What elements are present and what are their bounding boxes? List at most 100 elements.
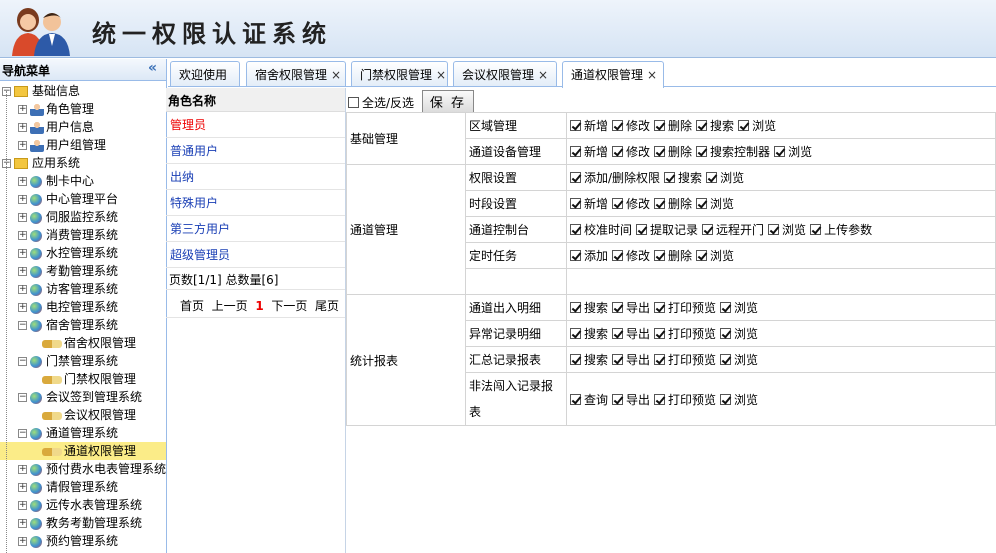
permission-checkbox[interactable] xyxy=(570,198,581,209)
nav-item[interactable]: + 用户组管理 xyxy=(18,136,106,154)
nav-item[interactable]: − 宿舍管理系统 xyxy=(18,316,118,334)
tab-3[interactable]: 门禁权限管理 × xyxy=(351,61,448,86)
permission-checkbox[interactable] xyxy=(654,393,666,405)
collapse-toggle-icon[interactable]: − xyxy=(18,429,27,438)
permission-checkbox[interactable] xyxy=(720,393,732,405)
permission-checkbox[interactable] xyxy=(612,328,624,339)
tab-5[interactable]: 通道权限管理 × xyxy=(562,61,664,88)
permission-checkbox[interactable] xyxy=(636,224,648,235)
permission-checkbox[interactable] xyxy=(570,393,581,405)
nav-item[interactable]: + 预付费水电表管理系统 xyxy=(18,460,166,478)
permission-checkbox[interactable] xyxy=(738,120,750,131)
nav-item[interactable]: + 电控管理系统 xyxy=(18,298,118,316)
expand-toggle-icon[interactable]: + xyxy=(18,267,27,276)
nav-item[interactable]: + 预约管理系统 xyxy=(18,532,118,550)
expand-toggle-icon[interactable]: + xyxy=(18,213,27,222)
permission-checkbox[interactable] xyxy=(570,146,581,157)
permission-checkbox[interactable] xyxy=(774,146,786,157)
permission-checkbox[interactable] xyxy=(612,302,624,313)
pager-first[interactable]: 首页 xyxy=(180,299,204,313)
expand-toggle-icon[interactable]: + xyxy=(18,501,27,510)
nav-item[interactable]: + 访客管理系统 xyxy=(18,280,118,298)
expand-toggle-icon[interactable]: + xyxy=(18,519,27,528)
permission-checkbox[interactable] xyxy=(664,172,676,183)
permission-checkbox[interactable] xyxy=(570,172,581,183)
collapse-icon[interactable]: « xyxy=(148,60,157,76)
permission-checkbox[interactable] xyxy=(570,302,581,313)
nav-item[interactable]: − 通道管理系统 xyxy=(18,424,118,442)
nav-item[interactable]: 通道权限管理 xyxy=(0,442,166,460)
permission-checkbox[interactable] xyxy=(720,302,732,313)
nav-item[interactable]: + 考勤管理系统 xyxy=(18,262,118,280)
expand-toggle-icon[interactable]: + xyxy=(18,141,27,150)
tab-1[interactable]: 欢迎使用 xyxy=(170,61,240,86)
permission-checkbox[interactable] xyxy=(654,302,666,313)
close-icon[interactable]: × xyxy=(538,68,548,82)
permission-checkbox[interactable] xyxy=(696,198,708,209)
pager-prev[interactable]: 上一页 xyxy=(212,299,248,313)
expand-toggle-icon[interactable]: + xyxy=(18,249,27,258)
select-all-checkbox[interactable] xyxy=(348,97,359,108)
expand-toggle-icon[interactable]: + xyxy=(18,537,27,546)
nav-item[interactable]: + 请假管理系统 xyxy=(18,478,118,496)
expand-toggle-icon[interactable]: + xyxy=(18,123,27,132)
expand-toggle-icon[interactable]: + xyxy=(18,105,27,114)
nav-item[interactable]: + 消费管理系统 xyxy=(18,226,118,244)
expand-toggle-icon[interactable]: + xyxy=(18,285,27,294)
permission-checkbox[interactable] xyxy=(570,120,581,131)
permission-checkbox[interactable] xyxy=(570,354,581,365)
role-item[interactable]: 特殊用户 xyxy=(166,190,345,216)
nav-item[interactable]: − 会议签到管理系统 xyxy=(18,388,142,406)
permission-checkbox[interactable] xyxy=(696,146,708,157)
permission-checkbox[interactable] xyxy=(654,354,666,365)
expand-toggle-icon[interactable]: + xyxy=(18,231,27,240)
nav-item[interactable]: + 用户信息 xyxy=(18,118,94,136)
nav-item[interactable]: 宿舍权限管理 xyxy=(0,334,166,352)
permission-checkbox[interactable] xyxy=(696,250,708,261)
role-item[interactable]: 管理员 xyxy=(166,112,345,138)
permission-checkbox[interactable] xyxy=(612,250,624,261)
close-icon[interactable]: × xyxy=(647,68,657,82)
permission-checkbox[interactable] xyxy=(654,250,666,261)
permission-checkbox[interactable] xyxy=(654,198,666,209)
pager-next[interactable]: 下一页 xyxy=(271,299,307,313)
permission-checkbox[interactable] xyxy=(720,354,732,365)
expand-toggle-icon[interactable]: + xyxy=(18,483,27,492)
expand-toggle-icon[interactable]: + xyxy=(18,195,27,204)
permission-checkbox[interactable] xyxy=(612,146,624,157)
close-icon[interactable]: × xyxy=(436,68,446,82)
role-item[interactable]: 超级管理员 xyxy=(166,242,345,268)
expand-toggle-icon[interactable]: + xyxy=(18,465,27,474)
nav-item[interactable]: + 制卡中心 xyxy=(18,172,94,190)
role-item[interactable]: 出纳 xyxy=(166,164,345,190)
permission-checkbox[interactable] xyxy=(654,146,666,157)
permission-checkbox[interactable] xyxy=(706,172,718,183)
expand-toggle-icon[interactable]: + xyxy=(18,177,27,186)
save-button[interactable]: 保 存 xyxy=(421,90,475,113)
pager-last[interactable]: 尾页 xyxy=(315,299,339,313)
role-item[interactable]: 普通用户 xyxy=(166,138,345,164)
permission-checkbox[interactable] xyxy=(612,393,624,405)
nav-item[interactable]: + 中心管理平台 xyxy=(18,190,118,208)
collapse-toggle-icon[interactable]: − xyxy=(18,357,27,366)
nav-item[interactable]: 会议权限管理 xyxy=(0,406,166,424)
permission-checkbox[interactable] xyxy=(570,224,581,235)
permission-checkbox[interactable] xyxy=(612,120,624,131)
nav-item[interactable]: − 应用系统 xyxy=(2,154,80,172)
nav-item[interactable]: + 远传水表管理系统 xyxy=(18,496,142,514)
role-item[interactable]: 第三方用户 xyxy=(166,216,345,242)
permission-checkbox[interactable] xyxy=(720,328,732,339)
nav-item[interactable]: − 基础信息 xyxy=(2,82,80,100)
nav-item[interactable]: + 角色管理 xyxy=(18,100,94,118)
nav-item[interactable]: + 伺服监控系统 xyxy=(18,208,118,226)
nav-item[interactable]: 门禁权限管理 xyxy=(0,370,166,388)
tab-2[interactable]: 宿舍权限管理 × xyxy=(246,61,346,86)
permission-checkbox[interactable] xyxy=(810,224,822,235)
nav-item[interactable]: + 教务考勤管理系统 xyxy=(18,514,142,532)
nav-item[interactable]: + 水控管理系统 xyxy=(18,244,118,262)
collapse-toggle-icon[interactable]: − xyxy=(18,393,27,402)
collapse-toggle-icon[interactable]: − xyxy=(18,321,27,330)
permission-checkbox[interactable] xyxy=(654,120,666,131)
permission-checkbox[interactable] xyxy=(570,328,581,339)
permission-checkbox[interactable] xyxy=(768,224,780,235)
